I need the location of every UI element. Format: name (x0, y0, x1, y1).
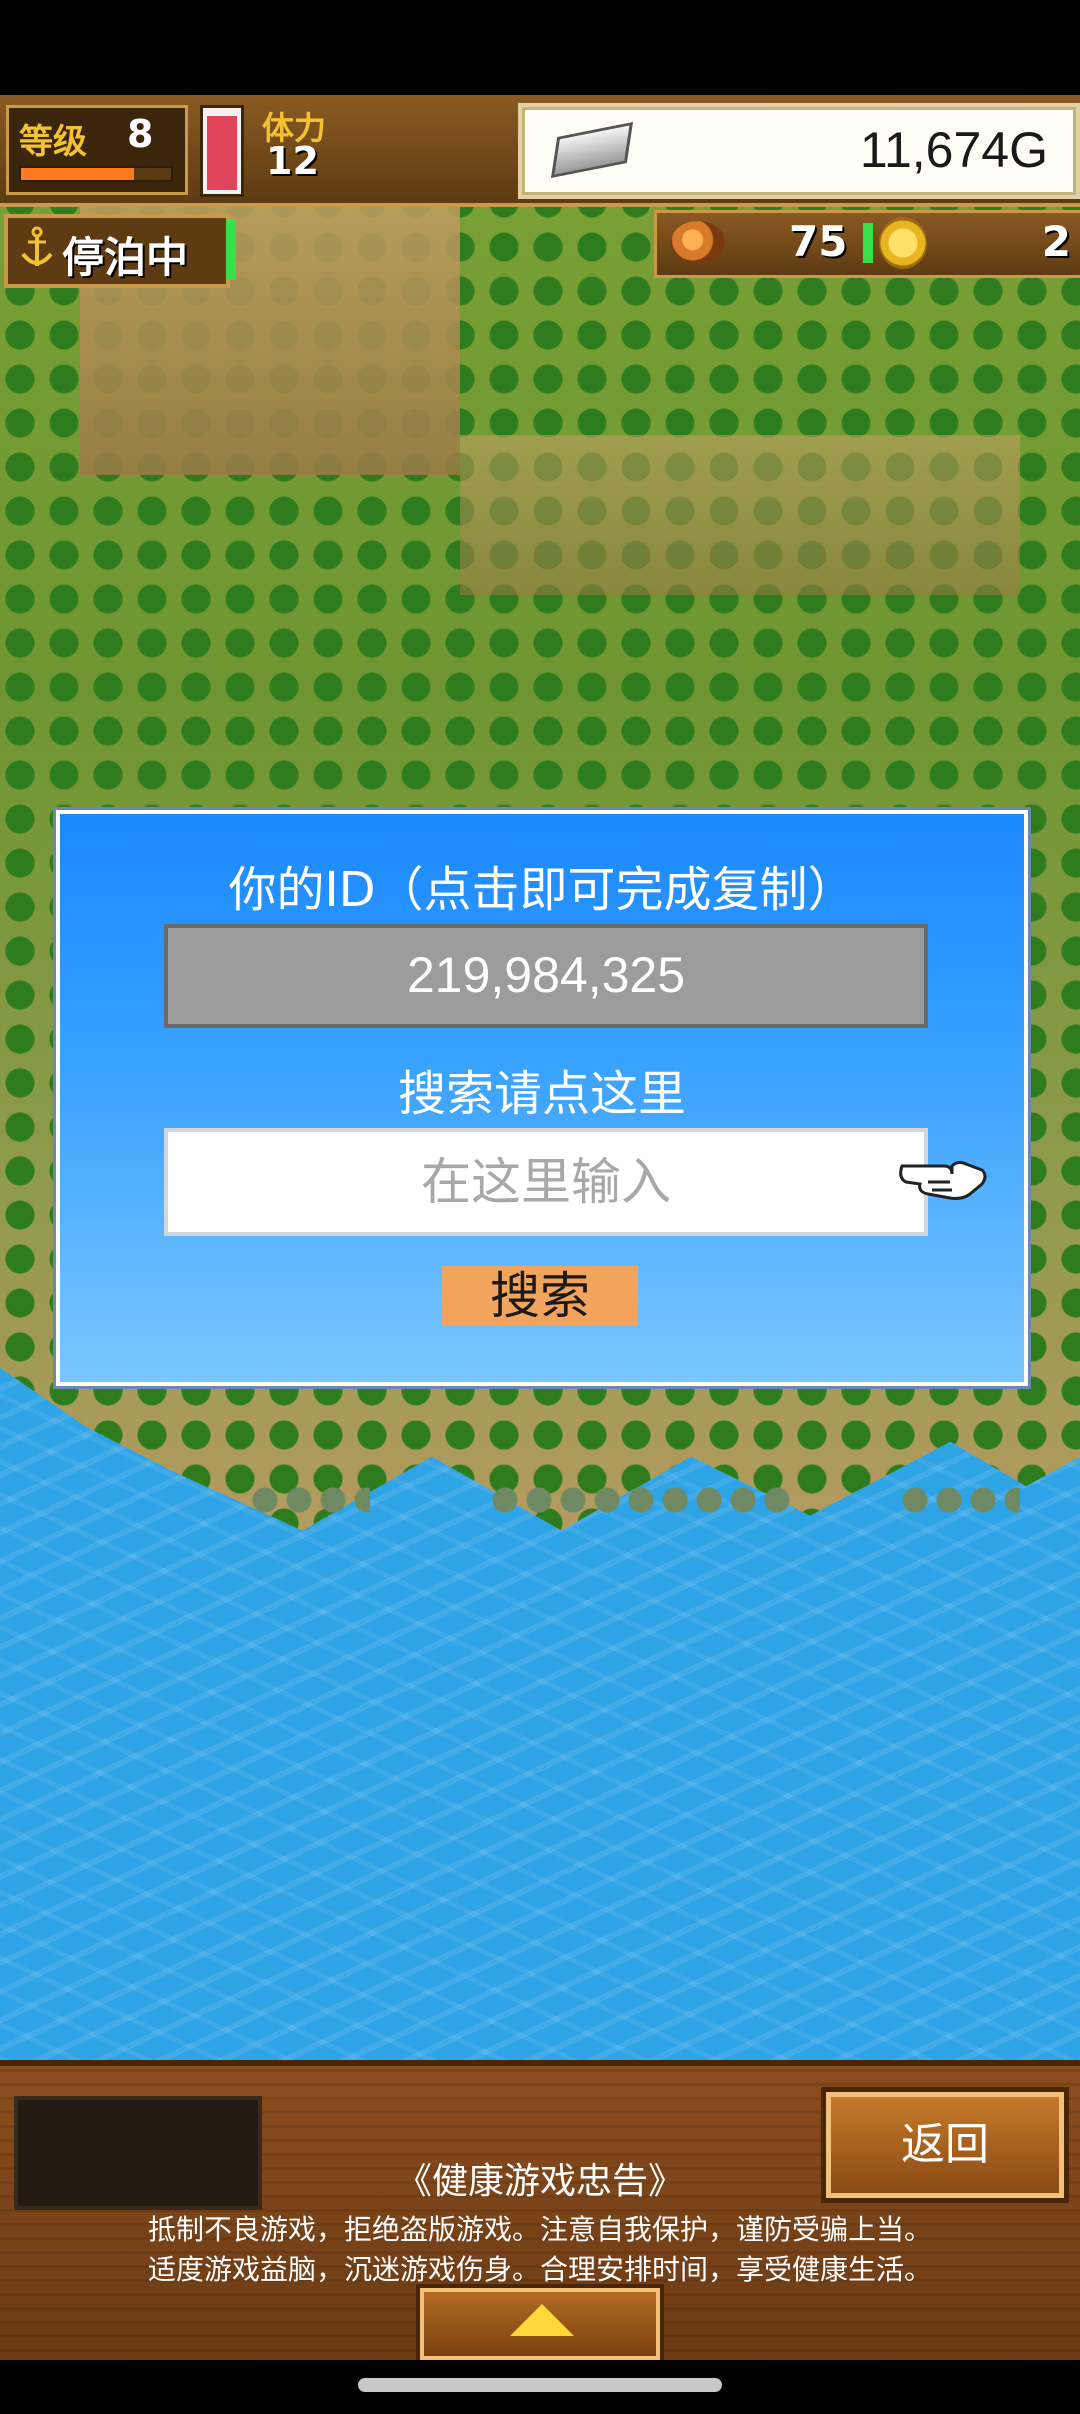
food-value: 75 (789, 217, 848, 266)
top-hud: 等级 8 体力 12 11,674G (0, 95, 1080, 207)
health-notice-title: 《健康游戏忠告》 (395, 2161, 684, 2202)
level-progress-fill (21, 168, 134, 180)
coin-value: 2 (1041, 217, 1071, 266)
cliff-terrace (460, 435, 1020, 595)
level-value: 8 (127, 112, 154, 156)
bottom-panel: 返回 《健康游戏忠告》 抵制不良游戏，拒绝盗版游戏。注意自我保护，谨防受骗上当。… (0, 2060, 1080, 2366)
stamina-gauge (200, 105, 244, 197)
expand-up-button[interactable] (420, 2288, 660, 2360)
resource-bar[interactable]: 75 2 (654, 210, 1080, 278)
health-notice-line: 适度游戏益脑，沉迷游戏伤身。合理安排时间，享受健康生活。 (147, 2253, 932, 2286)
search-input[interactable] (164, 1128, 928, 1236)
search-label: 搜索请点这里 (397, 1066, 686, 1122)
food-gauge (863, 223, 873, 263)
arrow-up-icon (510, 2304, 574, 2336)
level-label: 等级 (19, 122, 87, 162)
food-icon (671, 221, 725, 263)
stamina-gauge-fill (207, 115, 237, 190)
home-gesture-bar[interactable] (358, 2378, 722, 2392)
user-id-value: 219,984,325 (406, 947, 686, 1003)
coin-icon (879, 217, 927, 269)
level-progress-bar (19, 166, 173, 182)
port-status-button[interactable]: 停泊中 (4, 214, 230, 288)
anchor-icon (21, 226, 53, 266)
gold-panel[interactable]: 11,674G (518, 103, 1080, 199)
port-status-indicator (226, 220, 236, 280)
level-panel[interactable]: 等级 8 (6, 105, 188, 195)
system-navigation-bar (0, 2360, 1080, 2414)
id-search-dialog: 你的ID（点击即可完成复制） 219,984,325 搜索请点这里 搜索 (53, 807, 1031, 1389)
port-status-label: 停泊中 (62, 233, 189, 282)
dialog-title: 你的ID（点击即可完成复制） (228, 862, 856, 918)
sea-rocks (900, 1465, 1020, 1525)
sea-rocks (490, 1465, 790, 1525)
sea-rocks (250, 1465, 370, 1525)
search-button[interactable]: 搜索 (442, 1266, 638, 1326)
silver-bar-icon (550, 121, 634, 179)
user-id-copy-field[interactable]: 219,984,325 (164, 924, 928, 1028)
health-notice-line: 抵制不良游戏，拒绝盗版游戏。注意自我保护，谨防受骗上当。 (147, 2213, 932, 2246)
stamina-value: 12 (266, 139, 319, 183)
gold-amount: 11,674G (859, 122, 1048, 178)
pointing-hand-icon (899, 1160, 987, 1200)
